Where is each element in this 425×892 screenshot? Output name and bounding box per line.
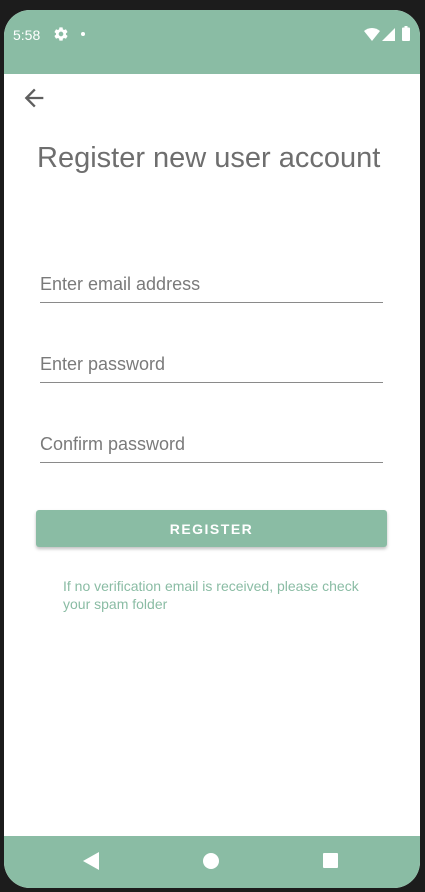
device-frame: 5:58 Register new user account REGISTER: [0, 0, 425, 892]
status-bar: 5:58: [4, 10, 420, 74]
back-arrow-icon[interactable]: [20, 84, 48, 112]
email-field[interactable]: [40, 266, 383, 303]
register-button[interactable]: REGISTER: [36, 510, 387, 547]
wifi-icon: [364, 28, 380, 41]
confirm-password-field[interactable]: [40, 426, 383, 463]
gear-icon: [54, 27, 68, 41]
page-title: Register new user account: [37, 142, 381, 174]
signal-icon: [382, 28, 395, 41]
password-field[interactable]: [40, 346, 383, 383]
nav-recents-icon[interactable]: [323, 853, 338, 868]
notification-dot-icon: [81, 32, 85, 36]
nav-back-icon[interactable]: [83, 852, 99, 870]
status-time: 5:58: [13, 27, 41, 43]
battery-icon: [402, 26, 410, 41]
system-nav-bar: [4, 836, 420, 888]
spam-folder-hint: If no verification email is received, pl…: [63, 578, 359, 612]
nav-home-icon[interactable]: [203, 853, 219, 869]
app-screen: 5:58 Register new user account REGISTER: [4, 10, 420, 888]
